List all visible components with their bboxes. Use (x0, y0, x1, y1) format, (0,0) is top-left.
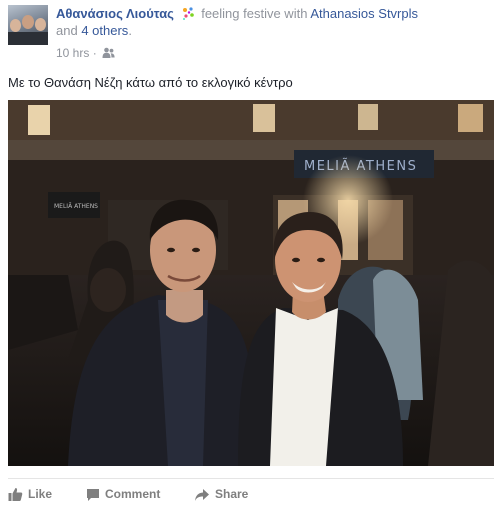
tagged-person-link[interactable]: Athanasios Stvrpls (310, 6, 418, 21)
feeling-text: feeling festive with (201, 6, 308, 21)
photo-scene: MELIÃ ATHENS MELIÃ ATHENS (8, 100, 494, 466)
party-popper-icon (182, 7, 194, 20)
friends-icon[interactable] (102, 47, 115, 59)
feed-post: Αθανάσιος Λιούτας feeling festive with A… (0, 0, 502, 511)
title-period: . (128, 23, 132, 38)
share-label: Share (215, 487, 249, 501)
speech-bubble-icon (87, 489, 99, 501)
thumbs-up-icon (8, 488, 23, 501)
author-avatar[interactable] (8, 5, 48, 45)
share-arrow-icon (195, 489, 209, 501)
comment-button[interactable]: Comment (86, 485, 160, 503)
post-title-line: Αθανάσιος Λιούτας feeling festive with A… (56, 5, 494, 39)
like-button[interactable]: Like (8, 485, 52, 503)
meta-separator: · (92, 45, 97, 60)
post-photo[interactable]: MELIÃ ATHENS MELIÃ ATHENS (8, 100, 494, 466)
post-actions-bar: Like Comment Share (8, 478, 494, 508)
post-text: Με το Θανάση Νέζη κάτω από το εκλογικό κ… (8, 75, 293, 90)
comment-label: Comment (105, 487, 161, 501)
timestamp-link[interactable]: 10 hrs (56, 46, 89, 60)
share-button[interactable]: Share (194, 485, 248, 503)
author-name-link[interactable]: Αθανάσιος Λιούτας (56, 6, 174, 21)
others-link[interactable]: 4 others (81, 23, 128, 38)
and-text: and (56, 23, 78, 38)
like-label: Like (28, 487, 53, 501)
post-meta: 10 hrs · (56, 45, 115, 60)
post-header: Αθανάσιος Λιούτας feeling festive with A… (8, 5, 494, 61)
hotel-sign-small-text: MELIÃ ATHENS (54, 203, 98, 210)
